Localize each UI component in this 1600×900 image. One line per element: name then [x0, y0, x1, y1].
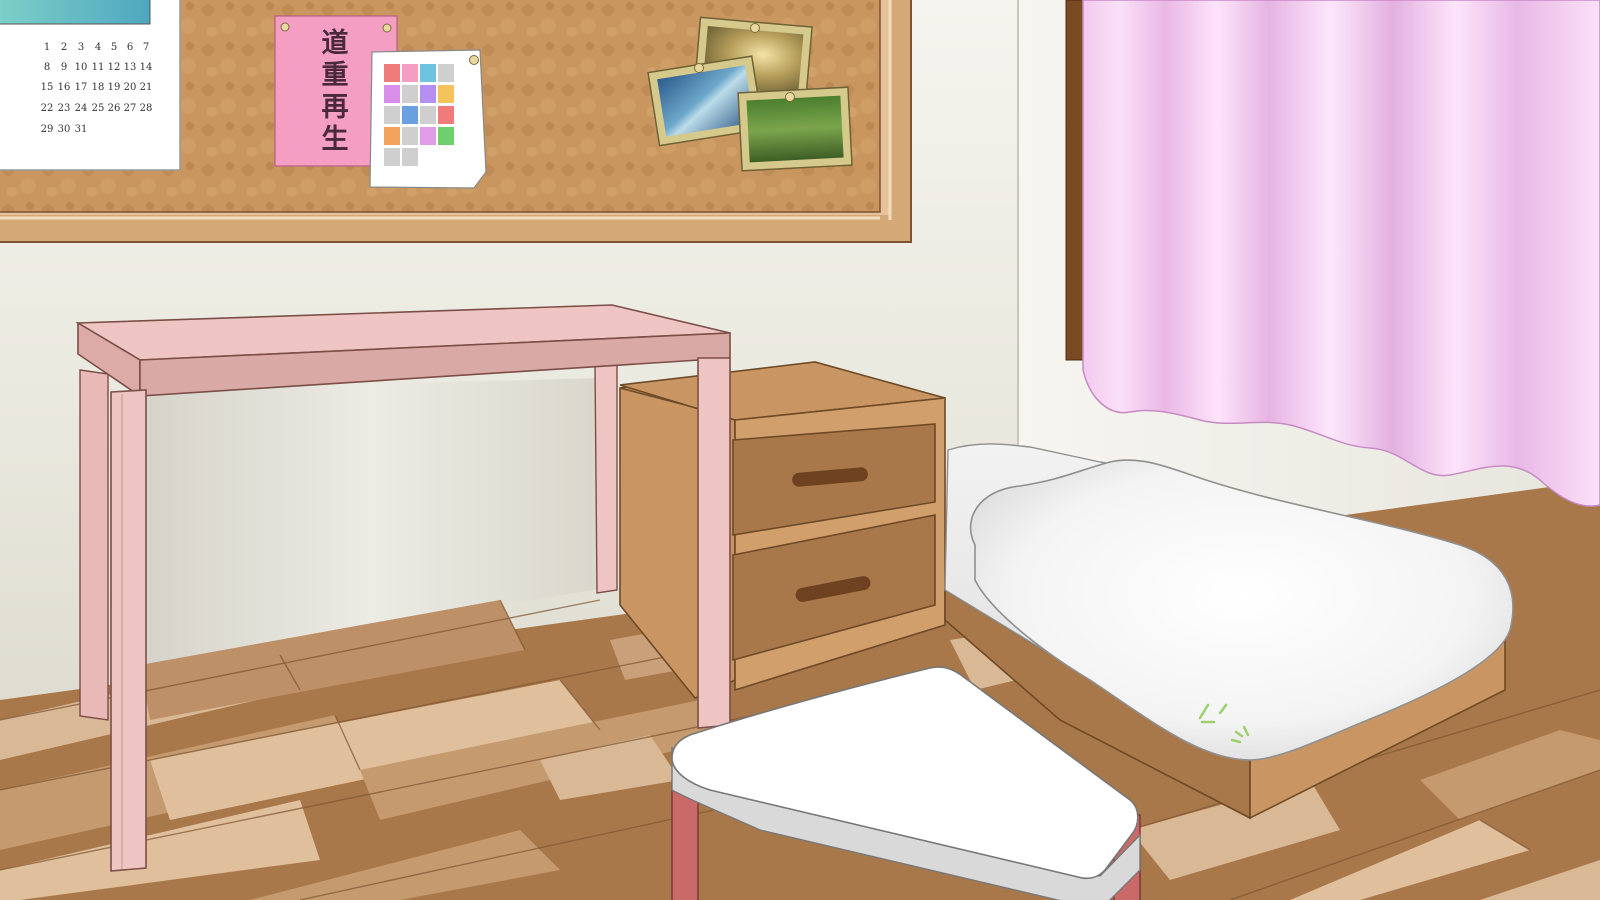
calendar-day: 30 — [58, 124, 71, 135]
schedule-cell — [438, 85, 454, 103]
schedule-cell — [384, 127, 400, 145]
calendar-day: 25 — [92, 103, 105, 114]
note-char: 重 — [322, 60, 349, 91]
pushpin-icon — [382, 23, 392, 33]
calendar-day: 10 — [75, 62, 88, 73]
schedule-cell — [402, 127, 418, 145]
note-char: 再 — [322, 92, 349, 123]
schedule-cell — [438, 64, 454, 82]
calendar-day: 16 — [58, 82, 71, 93]
pushpin-icon — [750, 23, 760, 33]
calendar-day: 15 — [41, 82, 54, 93]
calendar-day: 12 — [108, 62, 121, 73]
calendar-day: 7 — [143, 42, 149, 53]
calendar-day: 2 — [61, 42, 67, 53]
pushpin-icon — [785, 92, 795, 102]
calendar-day: 8 — [44, 62, 50, 73]
calendar-day: 22 — [41, 103, 54, 114]
calendar-day: 14 — [140, 62, 153, 73]
calendar-day: 31 — [75, 124, 88, 135]
calendar-day: 21 — [140, 82, 153, 93]
schedule-sheet[interactable] — [369, 49, 487, 189]
calendar-day: 1 — [44, 42, 50, 53]
calendar-day: 4 — [95, 42, 101, 53]
schedule-cell — [420, 85, 436, 103]
bedroom-scene: 1 2 3 4 5 6 78 9 10 11 12 13 1415 16 17 18 19 20 2122 23 24 2… — [0, 0, 1600, 900]
calendar-day: 28 — [140, 103, 153, 114]
schedule-cell — [384, 85, 400, 103]
calendar-day: 29 — [41, 124, 54, 135]
schedule-cell — [384, 148, 400, 166]
schedule-cell — [384, 64, 400, 82]
schedule-cell — [420, 106, 436, 124]
schedule-cell — [402, 148, 418, 166]
schedule-cell — [438, 106, 454, 124]
wall-calendar[interactable]: 1 2 3 4 5 6 78 9 10 11 12 13 1415 16 17 18 19 20 2122 23 24 2… — [0, 0, 181, 171]
calendar-day: 23 — [58, 103, 71, 114]
desk-leg — [79, 369, 109, 721]
calendar-day: 13 — [124, 62, 137, 73]
note-char: 道 — [322, 27, 349, 59]
calendar-day: 20 — [124, 82, 137, 93]
pushpin-icon — [694, 63, 704, 73]
desk-leg — [110, 389, 147, 872]
calendar-day: 5 — [111, 42, 117, 53]
calendar-day: 19 — [108, 82, 121, 93]
note-char: 生 — [322, 124, 349, 155]
schedule-cell — [420, 127, 436, 145]
calendar-day: 18 — [92, 82, 105, 93]
pushpin-icon — [280, 22, 290, 32]
schedule-cell — [438, 127, 454, 145]
calendar-day: 24 — [75, 103, 88, 114]
schedule-cell — [402, 106, 418, 124]
calendar-day: 3 — [78, 42, 84, 53]
desk-leg — [697, 357, 731, 729]
calendar-day: 6 — [127, 42, 133, 53]
calendar-day: 27 — [124, 103, 137, 114]
schedule-cell — [402, 85, 418, 103]
desk-leg — [594, 361, 618, 594]
schedule-cell — [384, 106, 400, 124]
calendar-picture — [0, 0, 151, 25]
calendar-day: 26 — [108, 103, 121, 114]
pushpin-icon — [469, 55, 479, 65]
schedule-cell — [402, 64, 418, 82]
schedule-cell — [420, 64, 436, 82]
calendar-day: 11 — [92, 62, 105, 73]
calendar-day: 17 — [75, 82, 88, 93]
forest-photo[interactable] — [737, 86, 853, 172]
calendar-day: 9 — [61, 62, 67, 73]
